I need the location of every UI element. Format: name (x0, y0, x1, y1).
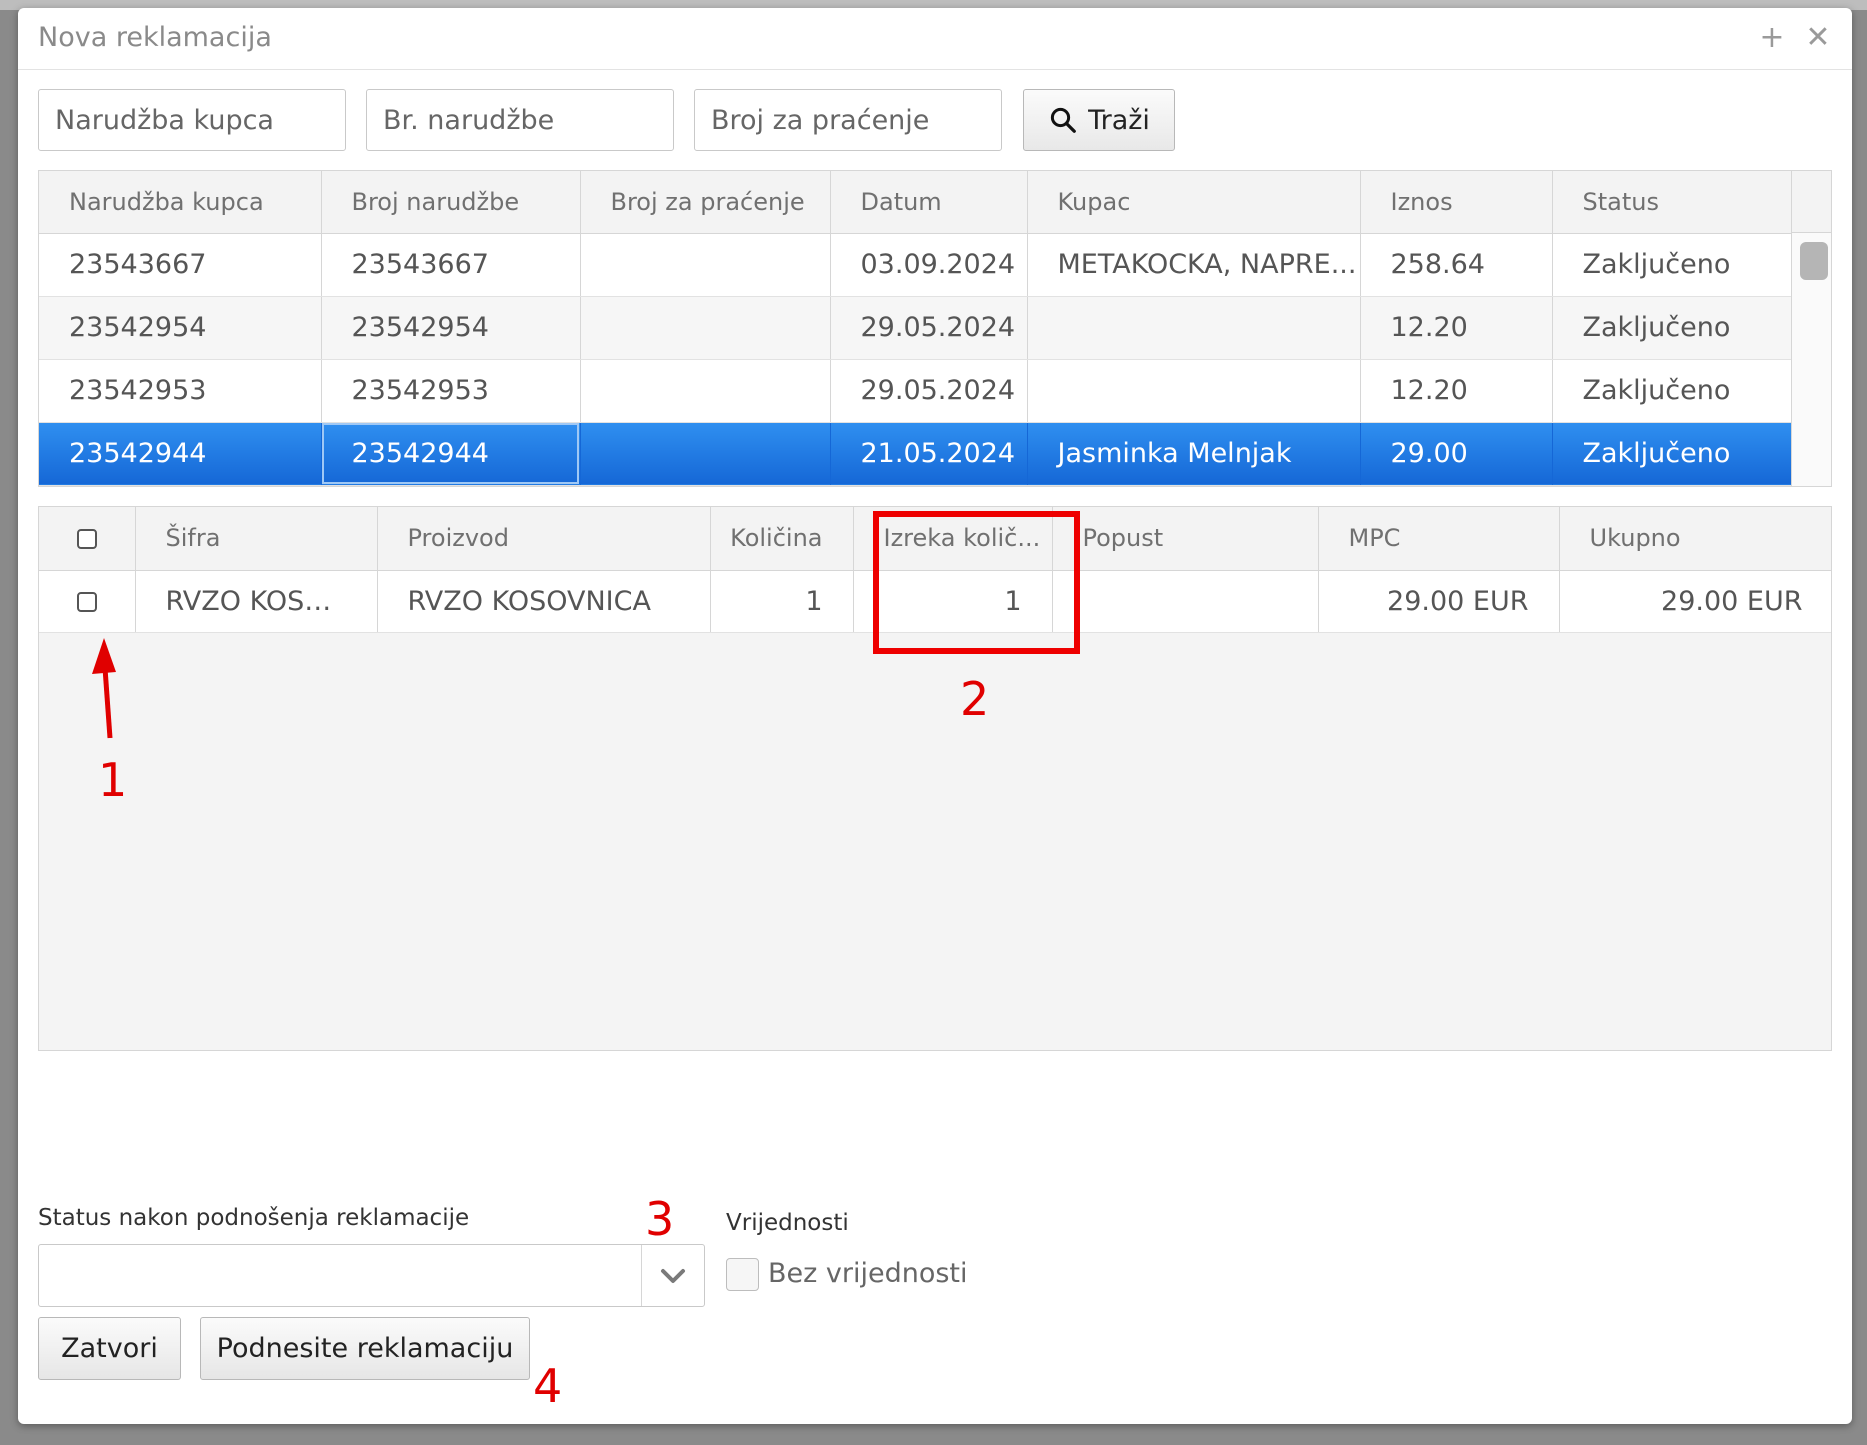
cell-product: RVZO KOSOVNICA (377, 570, 711, 633)
scrollbar-header-corner (1792, 171, 1831, 233)
cell-status: Zaključeno (1552, 296, 1792, 360)
cell-order-number: 23542944 (321, 422, 581, 486)
cell-date: 29.05.2024 (830, 296, 1028, 360)
col-total[interactable]: Ukupno (1559, 507, 1831, 571)
annotation-number-2: 2 (960, 672, 990, 726)
cell-amount: 29.00 (1360, 422, 1553, 486)
cell-order-number: 23543667 (321, 233, 581, 297)
col-tracking-number[interactable]: Broj za praćenje (580, 171, 831, 234)
cell-discount (1052, 570, 1319, 633)
annotation-number-1: 1 (98, 753, 128, 807)
cell-date: 21.05.2024 (830, 422, 1028, 486)
close-icon[interactable]: ✕ (1798, 18, 1838, 58)
status-after-claim-select[interactable] (38, 1244, 705, 1307)
annotation-number-4: 4 (533, 1359, 563, 1413)
orders-table: Narudžba kupca Broj narudžbe Broj za pra… (38, 170, 1832, 487)
dialog-titlebar: Nova reklamacija + ✕ (18, 8, 1852, 70)
submit-claim-button[interactable]: Podnesite reklamaciju (200, 1317, 530, 1380)
cell-customer (1027, 296, 1361, 360)
cell-tracking (580, 296, 831, 360)
cell-customer-order: 23542953 (39, 359, 322, 423)
status-after-claim-label: Status nakon podnošenja reklamacije (38, 1205, 470, 1231)
order-row[interactable]: 23542953 23542953 29.05.2024 12.20 Zaklj… (39, 359, 1792, 423)
cell-date: 29.05.2024 (830, 359, 1028, 423)
tracking-number-input[interactable] (694, 89, 1002, 151)
cell-amount: 258.64 (1360, 233, 1553, 297)
cell-tracking (580, 359, 831, 423)
col-quantity[interactable]: Količina (710, 507, 854, 571)
col-status[interactable]: Status (1552, 171, 1792, 234)
cell-amount: 12.20 (1360, 359, 1553, 423)
customer-order-input[interactable] (38, 89, 346, 151)
orders-header-row: Narudžba kupca Broj narudžbe Broj za pra… (39, 171, 1792, 234)
cell-status: Zaključeno (1552, 422, 1792, 486)
search-button[interactable]: Traži (1023, 89, 1175, 151)
cell-amount: 12.20 (1360, 296, 1553, 360)
search-icon (1050, 107, 1076, 133)
select-all-checkbox[interactable] (76, 529, 97, 550)
cell-quantity: 1 (710, 570, 854, 633)
cell-customer: Jasminka Melnjak (1027, 422, 1361, 486)
orders-scrollbar[interactable] (1791, 171, 1831, 486)
item-select-cell (39, 570, 136, 633)
annotation-highlight-box (873, 511, 1080, 654)
values-label: Vrijednosti (726, 1210, 849, 1236)
col-code[interactable]: Šifra (135, 507, 378, 571)
cell-tracking (580, 422, 831, 486)
cell-status: Zaključeno (1552, 359, 1792, 423)
cell-tracking (580, 233, 831, 297)
cell-customer-order: 23543667 (39, 233, 322, 297)
col-discount[interactable]: Popust (1052, 507, 1319, 571)
cell-date: 03.09.2024 (830, 233, 1028, 297)
chevron-down-icon[interactable] (641, 1245, 704, 1306)
cell-price: 29.00 EUR (1318, 570, 1560, 633)
order-row[interactable]: 23542954 23542954 29.05.2024 12.20 Zaklj… (39, 296, 1792, 360)
close-button[interactable]: Zatvori (38, 1317, 181, 1380)
select-all-cell (39, 507, 136, 571)
cell-total: 29.00 EUR (1559, 570, 1831, 633)
new-claim-dialog: Nova reklamacija + ✕ Traži Narudžba kupc… (18, 8, 1852, 1424)
cell-customer: METAKOCKA, NAPRE... (1027, 233, 1361, 297)
search-button-label: Traži (1088, 104, 1150, 136)
no-values-checkbox[interactable] (726, 1258, 759, 1291)
item-checkbox[interactable] (76, 592, 97, 612)
cell-customer (1027, 359, 1361, 423)
order-row-selected[interactable]: 23542944 23542944 21.05.2024 Jasminka Me… (39, 422, 1792, 486)
maximize-icon[interactable]: + (1752, 18, 1792, 58)
cell-customer-order: 23542954 (39, 296, 322, 360)
col-order-number[interactable]: Broj narudžbe (321, 171, 581, 234)
col-price[interactable]: MPC (1318, 507, 1560, 571)
order-number-input[interactable] (366, 89, 674, 151)
annotation-arrow-icon (92, 638, 116, 739)
col-date[interactable]: Datum (830, 171, 1028, 234)
annotation-number-3: 3 (645, 1192, 675, 1246)
no-values-label[interactable]: Bez vrijednosti (768, 1258, 968, 1289)
cell-order-number: 23542954 (321, 296, 581, 360)
col-product[interactable]: Proizvod (377, 507, 711, 571)
col-amount[interactable]: Iznos (1360, 171, 1553, 234)
order-row[interactable]: 23543667 23543667 03.09.2024 METAKOCKA, … (39, 233, 1792, 297)
cell-customer-order: 23542944 (39, 422, 322, 486)
cell-code: RVZO KOSOV... (135, 570, 378, 633)
scrollbar-thumb[interactable] (1800, 242, 1828, 280)
cell-status: Zaključeno (1552, 233, 1792, 297)
col-customer-order[interactable]: Narudžba kupca (39, 171, 322, 234)
dialog-title: Nova reklamacija (38, 22, 272, 53)
col-customer[interactable]: Kupac (1027, 171, 1361, 234)
cell-order-number: 23542953 (321, 359, 581, 423)
